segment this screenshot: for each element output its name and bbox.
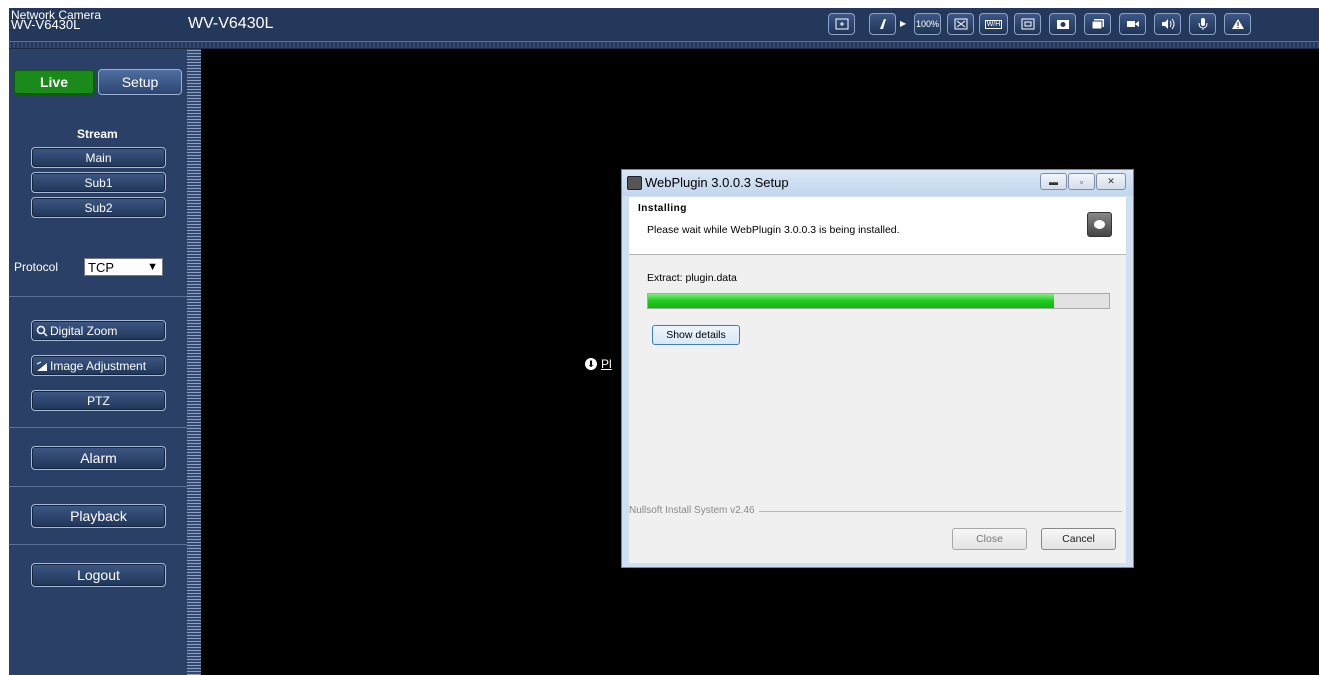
divider [9, 544, 187, 545]
record-button[interactable] [1119, 13, 1146, 35]
camera-model-title: WV-V6430L [188, 15, 274, 32]
zoom-100-icon: 100% [915, 19, 940, 29]
stream-sub2-button[interactable]: Sub2 [31, 197, 166, 218]
extract-status: Extract: plugin.data [647, 272, 737, 284]
alert-button[interactable] [1224, 13, 1251, 35]
stream-main-button[interactable]: Main [31, 147, 166, 168]
plugin-link-text: Pl [601, 357, 612, 371]
image-adjustment-label: Image Adjustment [50, 358, 147, 373]
snapshot-button[interactable] [1049, 13, 1076, 35]
logout-button[interactable]: Logout [31, 563, 166, 587]
top-bar: Network Camera WV-V6430L WV-V6430L ▶ 100… [9, 8, 1319, 42]
divider [9, 296, 187, 297]
window-icon [1091, 19, 1104, 30]
window-button[interactable] [1084, 13, 1111, 35]
speaker-icon [1161, 18, 1174, 30]
close-icon: ✕ [1107, 176, 1115, 186]
close-button[interactable]: Close [952, 528, 1027, 550]
dialog-title-bar[interactable]: WebPlugin 3.0.0.3 Setup ▬ ▫ ✕ [622, 170, 1133, 196]
protocol-value: TCP [88, 259, 114, 275]
stream-label: Stream [77, 127, 118, 141]
minimize-icon: ▬ [1049, 176, 1058, 187]
dialog-heading: Installing [638, 203, 687, 214]
focus-assist-icon [835, 18, 848, 30]
nsis-footer: Nullsoft Install System v2.46 [629, 505, 1126, 517]
live-tab[interactable]: Live [13, 69, 95, 95]
sidebar: Live Setup Stream Main Sub1 Sub2 Protoco… [9, 49, 187, 675]
brightness-icon [879, 19, 886, 29]
multi-screen-button[interactable] [1014, 13, 1041, 35]
playback-button[interactable]: Playback [31, 504, 166, 528]
progress-fill [648, 294, 1054, 308]
close-window-button[interactable]: ✕ [1096, 173, 1126, 190]
image-adjustment-button[interactable]: Image Adjustment [31, 355, 166, 376]
digital-zoom-button[interactable]: Digital Zoom [31, 320, 166, 341]
record-icon [1126, 21, 1139, 27]
installer-dialog: WebPlugin 3.0.0.3 Setup ▬ ▫ ✕ Installing… [621, 169, 1134, 568]
progress-bar [647, 293, 1110, 309]
stream-sub1-button[interactable]: Sub1 [31, 172, 166, 193]
speaker-button[interactable] [1154, 13, 1181, 35]
maximize-button[interactable]: ▫ [1068, 173, 1095, 190]
minimize-button[interactable]: ▬ [1040, 173, 1067, 190]
microphone-icon [1198, 18, 1207, 30]
maximize-icon: ▫ [1079, 176, 1084, 187]
brightness-arrow-icon[interactable]: ▶ [900, 19, 906, 28]
brand: Network Camera WV-V6430L [11, 9, 101, 31]
header-strip [9, 42, 1319, 49]
multi-screen-icon [1021, 18, 1034, 30]
sidebar-resize-strip[interactable] [187, 49, 201, 675]
download-icon: ⬇ [585, 358, 597, 370]
dialog-subheading: Please wait while WebPlugin 3.0.0.3 is b… [647, 224, 900, 236]
snapshot-icon [1056, 20, 1069, 29]
alert-icon [1231, 19, 1244, 29]
wh-aspect-button[interactable]: W/H [979, 13, 1008, 35]
installer-app-icon [627, 176, 642, 190]
image-adjust-icon [36, 361, 47, 371]
dialog-header: Installing Please wait while WebPlugin 3… [629, 197, 1126, 255]
dialog-body: Installing Please wait while WebPlugin 3… [629, 197, 1126, 563]
brightness-button[interactable] [869, 13, 896, 35]
protocol-select[interactable]: TCP ▼ [84, 258, 163, 276]
cancel-button[interactable]: Cancel [1041, 528, 1116, 550]
digital-zoom-label: Digital Zoom [50, 323, 118, 338]
divider [9, 486, 187, 487]
chevron-down-icon: ▼ [147, 261, 158, 273]
setup-tab[interactable]: Setup [98, 69, 182, 95]
zoom-100-button[interactable]: 100% [914, 13, 941, 35]
fit-screen-button[interactable] [947, 13, 974, 35]
show-details-button[interactable]: Show details [652, 325, 740, 345]
camera-web-ui: Network Camera WV-V6430L WV-V6430L ▶ 100… [9, 8, 1319, 675]
ptz-button[interactable]: PTZ [31, 390, 166, 411]
magnifier-icon [36, 325, 48, 337]
protocol-label: Protocol [14, 260, 59, 274]
wh-aspect-icon: W/H [984, 19, 1003, 29]
installer-icon [1087, 212, 1112, 237]
plugin-download-link[interactable]: ⬇ Pl [585, 357, 612, 371]
alarm-button[interactable]: Alarm [31, 446, 166, 470]
divider [9, 427, 187, 428]
dialog-title: WebPlugin 3.0.0.3 Setup [645, 175, 789, 190]
microphone-button[interactable] [1189, 13, 1216, 35]
nsis-label: Nullsoft Install System v2.46 [629, 505, 759, 516]
focus-assist-button[interactable] [828, 13, 855, 35]
fit-screen-icon [954, 18, 967, 30]
